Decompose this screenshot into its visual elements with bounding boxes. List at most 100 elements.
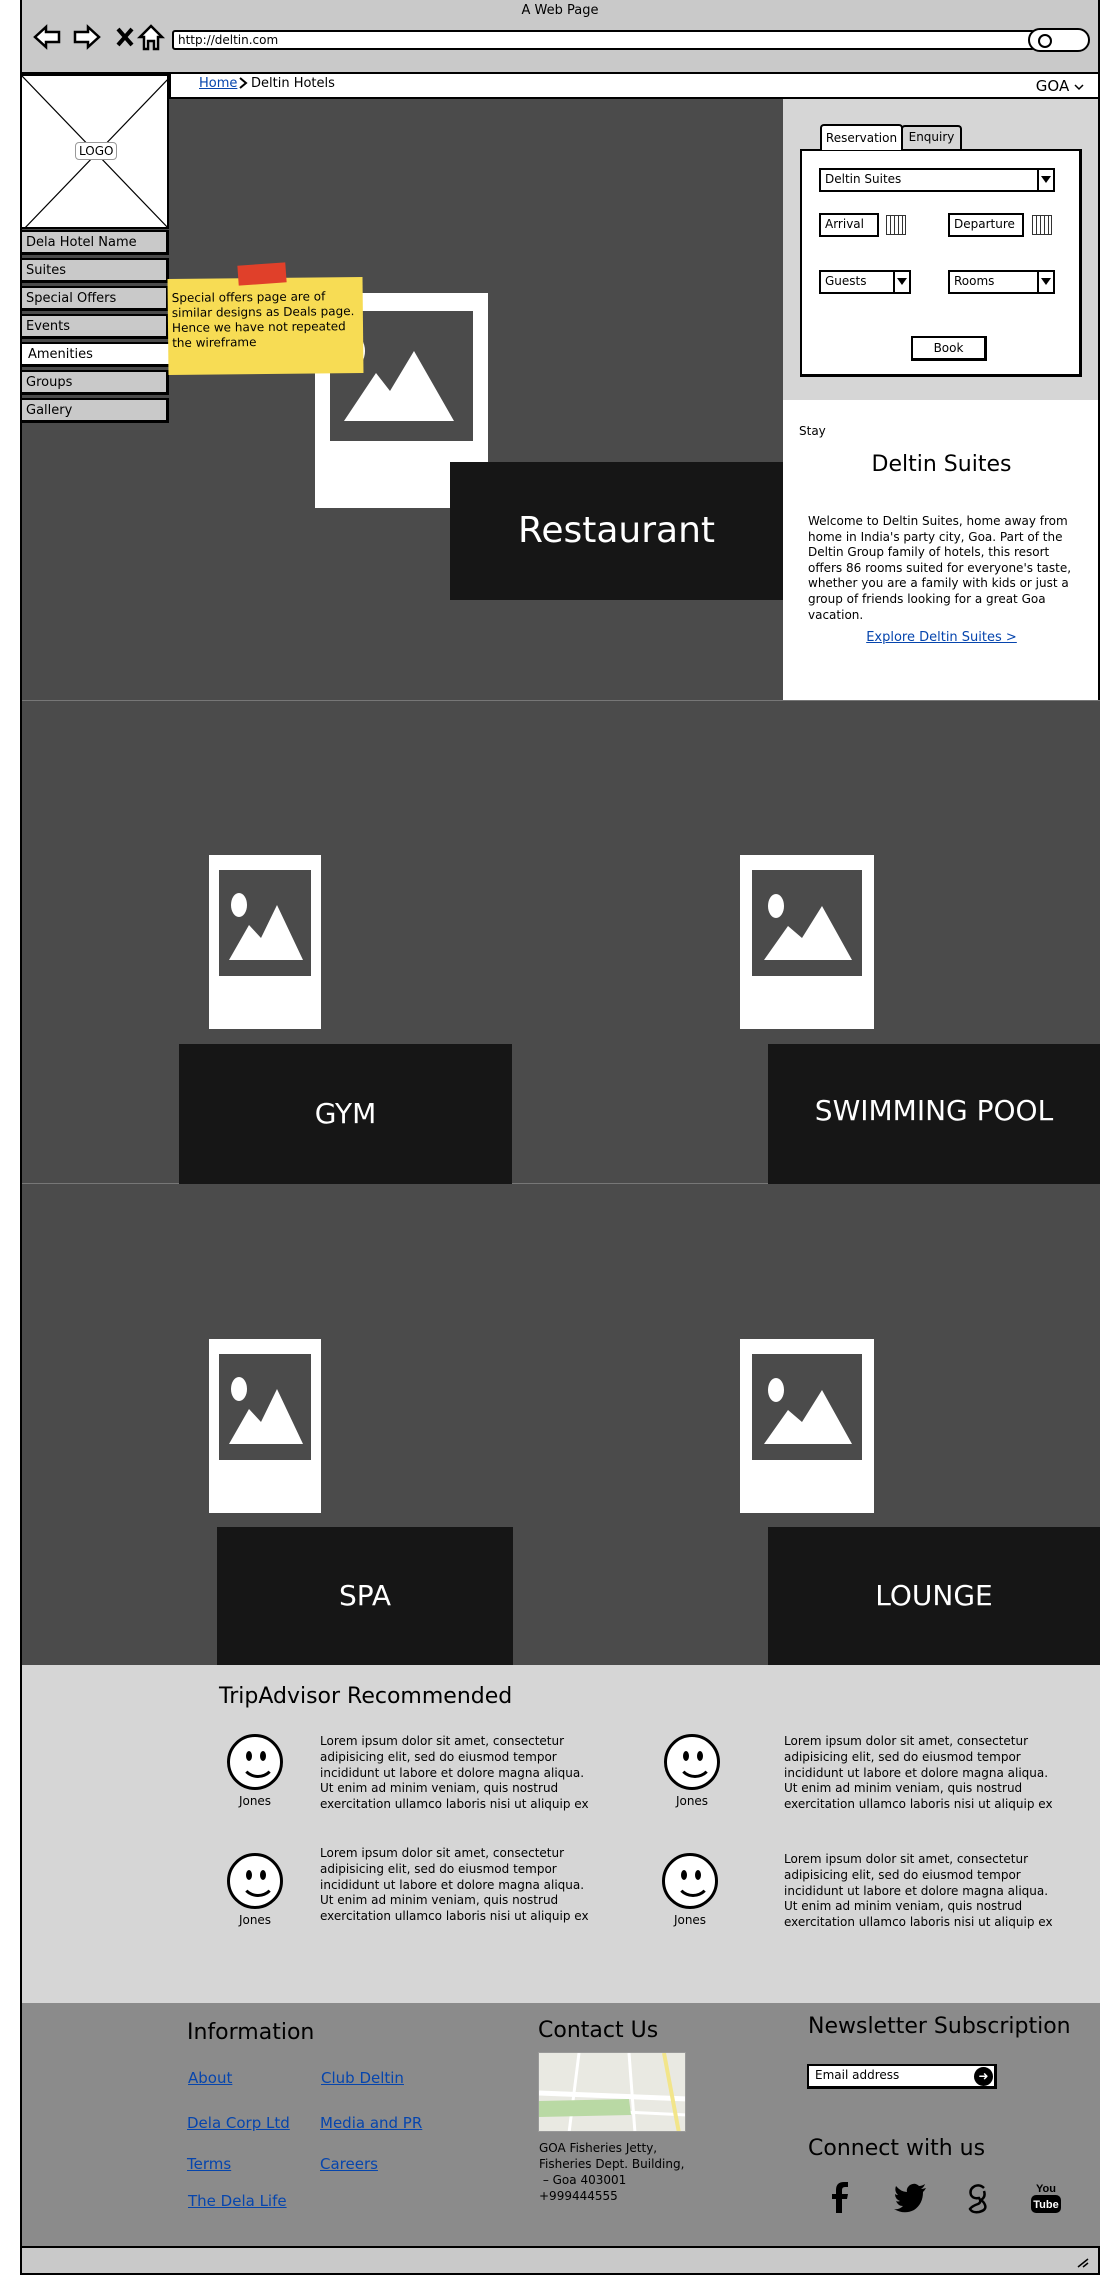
divider [20,700,1100,701]
footer-link-club-deltin[interactable]: Club Deltin [321,2069,404,2087]
stay-description: Welcome to Deltin Suites, home away from… [808,514,1072,622]
tripadvisor-title: TripAdvisor Recommended [219,1684,513,1709]
browser-toolbar: A Web Page http://deltin.com [20,0,1100,74]
footer-link-terms[interactable]: Terms [187,2155,231,2173]
spa-image-placeholder [209,1339,321,1513]
review-text: Lorem ipsum dolor sit amet, consectetur … [320,1734,589,1812]
sidebar-item-hotel-name[interactable]: Dela Hotel Name [20,230,169,255]
newsletter-heading: Newsletter Subscription [808,2014,1071,2039]
contact-heading: Contact Us [538,2018,659,2043]
sidebar-item-gallery[interactable]: Gallery [20,398,169,423]
guests-select[interactable]: Guests [819,270,911,294]
arrow-right-icon[interactable]: ➜ [974,2067,993,2086]
sidebar-item-events[interactable]: Events [20,314,169,339]
explore-suites-link[interactable]: Explore Deltin Suites > [783,630,1100,645]
sidebar-item-amenities[interactable]: Amenities [20,342,169,367]
pool-image-placeholder [740,855,874,1029]
svg-text:Tube: Tube [1033,2199,1058,2211]
dropdown-arrow-icon [1037,272,1053,292]
sidebar-item-groups[interactable]: Groups [20,370,169,395]
review-text: Lorem ipsum dolor sit amet, consectetur … [784,1852,1053,1930]
book-button[interactable]: Book [911,336,987,361]
home-icon[interactable] [136,22,166,52]
swimming-pool-panel[interactable]: SWIMMING POOL [768,1044,1100,1184]
tripadvisor-section [20,1665,1100,2003]
sticky-note: Special offers page are of similar desig… [167,276,364,376]
browser-search-field[interactable] [1028,28,1090,52]
google-icon[interactable] [962,2180,996,2214]
stay-label: Stay [799,424,826,438]
dropdown-arrow-icon [893,272,909,292]
footer-link-dela-corp[interactable]: Dela Corp Ltd [187,2114,290,2132]
chevron-down-icon [1074,84,1084,91]
hotel-select[interactable]: Deltin Suites [819,168,1055,192]
logo-label: LOGO [75,142,118,160]
twitter-icon[interactable] [894,2180,928,2214]
arrival-field[interactable]: Arrival [819,213,879,237]
footer-link-careers[interactable]: Careers [320,2155,378,2173]
address-line: Fisheries Dept. Building, [539,2157,685,2171]
rooms-select[interactable]: Rooms [948,270,1055,294]
lounge-image-placeholder [740,1339,874,1513]
address-line: GOA Fisheries Jetty, [539,2141,658,2155]
search-icon [1038,34,1052,48]
youtube-icon[interactable]: You Tube [1029,2181,1063,2215]
smiley-face-icon [664,1734,720,1790]
tape-decoration [237,262,287,286]
image-icon [229,1377,303,1444]
image-icon [764,1378,852,1444]
page-border [20,74,22,2246]
footer-link-dela-life[interactable]: The Dela Life [188,2192,287,2210]
calendar-icon[interactable] [886,215,906,235]
stay-title: Deltin Suites [871,452,1012,477]
reviewer-name: Jones [675,1794,709,1808]
newsletter-email-input[interactable]: Email address [807,2064,997,2089]
departure-field[interactable]: Departure [948,213,1024,237]
calendar-icon[interactable] [1032,215,1052,235]
review-text: Lorem ipsum dolor sit amet, consectetur … [784,1734,1053,1812]
contact-address: GOA Fisheries Jetty, Fisheries Dept. Bui… [539,2140,699,2204]
facebook-icon[interactable] [823,2180,857,2214]
location-label: GOA [1035,77,1070,95]
svg-text:You: You [1036,2183,1056,2195]
forward-arrow-icon[interactable] [72,22,102,52]
window-title: A Web Page [521,3,599,18]
tab-enquiry[interactable]: Enquiry [901,125,962,149]
breadcrumb-home-link[interactable]: Home [199,76,237,91]
information-heading: Information [187,2020,315,2045]
smiley-face-icon [227,1853,283,1909]
footer-link-about[interactable]: About [188,2069,232,2087]
dropdown-arrow-icon [1037,170,1053,190]
reviewer-name: Jones [238,1794,272,1808]
chevron-right-icon [237,75,249,95]
back-arrow-icon[interactable] [32,22,62,52]
smiley-face-icon [227,1734,283,1790]
sidebar-item-special-offers[interactable]: Special Offers [20,286,169,311]
location-dropdown[interactable]: GOA [1036,77,1084,95]
footer-link-media-pr[interactable]: Media and PR [320,2114,422,2132]
breadcrumb-current: Deltin Hotels [251,76,335,91]
restaurant-panel[interactable]: Restaurant [450,462,783,600]
connect-heading: Connect with us [808,2136,986,2161]
image-icon [229,893,303,960]
status-bar [20,2246,1100,2275]
sidebar-item-suites[interactable]: Suites [20,258,169,283]
logo-placeholder[interactable]: LOGO [20,74,169,229]
address-line: – Goa 403001 [539,2173,627,2187]
phone-number: +999444555 [539,2189,618,2203]
smiley-face-icon [662,1853,718,1909]
map-thumbnail[interactable] [538,2052,686,2132]
guests-select-value: Guests [825,274,867,288]
lounge-panel[interactable]: LOUNGE [768,1527,1100,1665]
review-text: Lorem ipsum dolor sit amet, consectetur … [320,1846,589,1924]
address-bar[interactable]: http://deltin.com [172,30,1035,50]
browser-window: A Web Page http://deltin.com Home Deltin… [0,0,1101,2275]
resize-handle-icon[interactable] [1076,2257,1090,2268]
spa-panel[interactable]: SPA [217,1527,513,1665]
rooms-select-value: Rooms [954,274,995,288]
gym-panel[interactable]: GYM [179,1044,512,1184]
tab-reservation[interactable]: Reservation [820,124,903,150]
reviewer-name: Jones [673,1913,707,1927]
hotel-select-value: Deltin Suites [825,172,902,186]
gym-image-placeholder [209,855,321,1029]
